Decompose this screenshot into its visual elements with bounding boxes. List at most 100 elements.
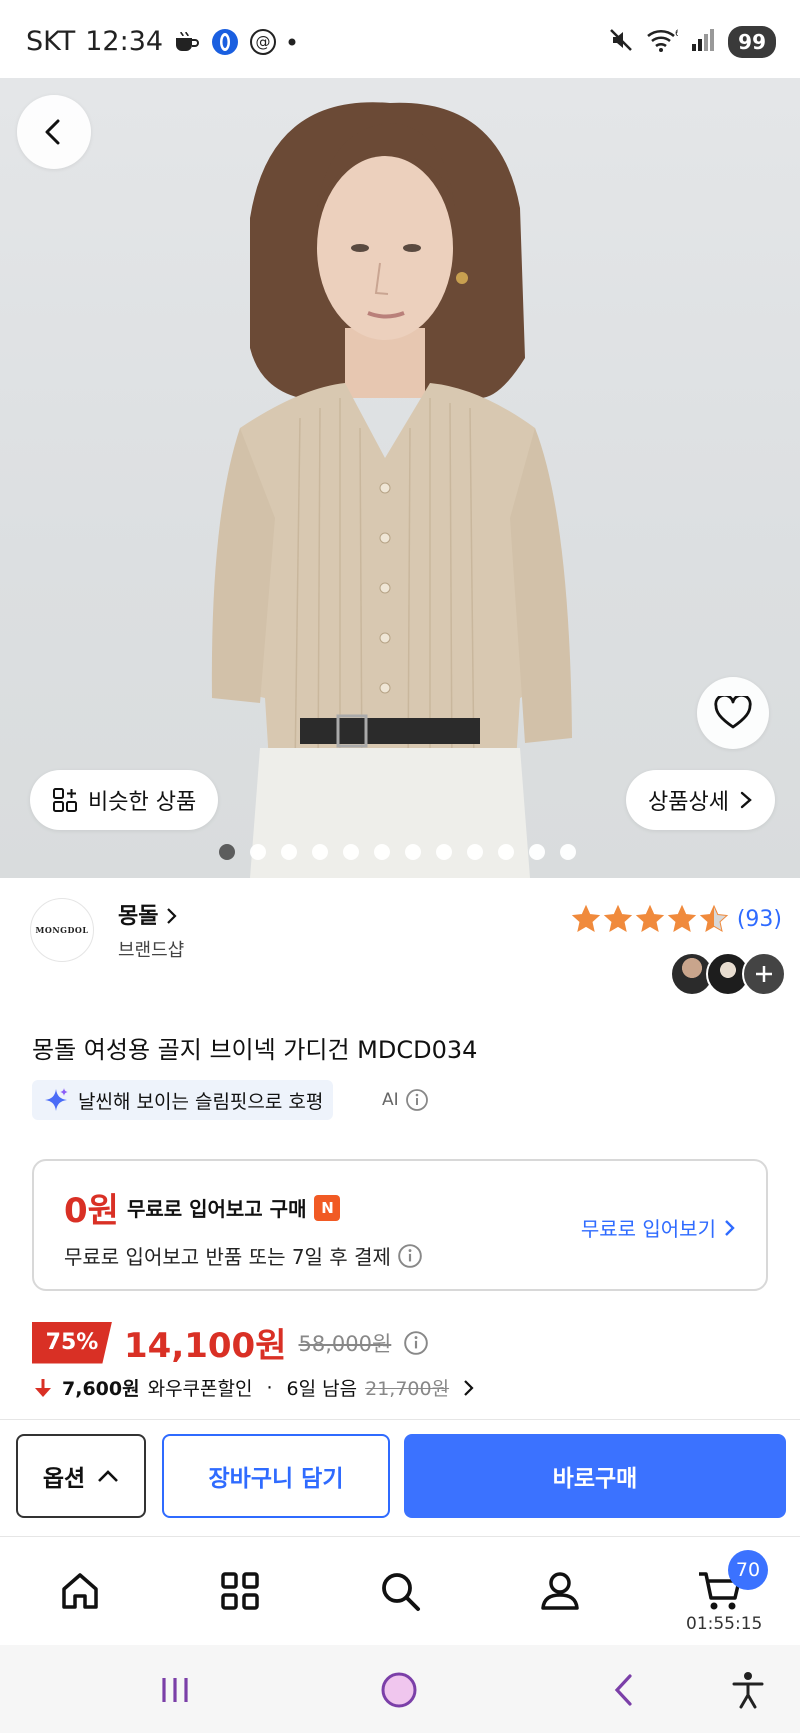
home-circle-icon: [381, 1672, 417, 1708]
product-detail-label: 상품상세: [648, 790, 729, 815]
clock: 12:34: [85, 26, 164, 57]
chevron-left-icon: [45, 119, 60, 145]
battery-indicator: 99: [728, 26, 776, 58]
svg-text:6: 6: [675, 29, 678, 39]
price-row: 75% 14,100원 58,000원: [32, 1318, 429, 1367]
info-icon[interactable]: [403, 1330, 429, 1356]
wifi-icon: 6: [646, 27, 681, 57]
buy-now-button[interactable]: 바로구매: [404, 1434, 786, 1518]
carousel-dot: [498, 844, 514, 860]
ai-summary-text: 날씬해 보이는 슬림핏으로 호평: [78, 1090, 324, 1113]
mute-icon: [608, 27, 634, 57]
cart-count-badge: 70: [728, 1550, 768, 1590]
recent-apps-button[interactable]: [145, 1665, 205, 1715]
coupon-original-price: 21,700원: [365, 1378, 450, 1400]
coffee-icon: [173, 30, 201, 54]
try-headline: 무료로 입어보고 구매: [126, 1197, 307, 1221]
rating-stars: [571, 904, 729, 934]
similar-products-button[interactable]: 비슷한 상품: [30, 770, 219, 830]
recent-apps-icon: [162, 1678, 188, 1702]
add-to-cart-label: 장바구니 담기: [208, 1466, 344, 1492]
days-left: 6일 남음: [286, 1378, 358, 1400]
carousel-dot: [529, 844, 545, 860]
sparkle-icon: [45, 1088, 68, 1111]
brand-shop-label: 브랜드샵: [118, 940, 185, 961]
option-label: 옵션: [42, 1466, 86, 1492]
plus-icon: [756, 966, 772, 982]
star-icon: [635, 904, 664, 933]
wishlist-button[interactable]: [697, 677, 769, 749]
option-button[interactable]: 옵션: [16, 1434, 146, 1518]
carousel-dot: [343, 844, 359, 860]
product-photo: [211, 102, 572, 878]
carousel-dot: [405, 844, 421, 860]
nav-my-account[interactable]: [520, 1561, 600, 1621]
review-count[interactable]: (93): [737, 907, 782, 932]
carrier-label: SKT: [26, 26, 76, 57]
add-to-cart-button[interactable]: 장바구니 담기: [162, 1434, 390, 1518]
carousel-dot: [374, 844, 390, 860]
arrow-down-icon: [35, 1378, 51, 1397]
grid-plus-icon: [53, 788, 77, 812]
original-price: 58,000원: [298, 1331, 392, 1356]
try-subtext: 무료로 입어보고 반품 또는 7일 후 결제: [64, 1245, 391, 1269]
svg-text:@: @: [256, 33, 271, 51]
ai-info[interactable]: AI: [382, 1088, 429, 1112]
try-free-link[interactable]: 무료로 입어보기: [581, 1213, 736, 1242]
signal-icon: [690, 28, 716, 56]
system-back-button[interactable]: [594, 1665, 654, 1715]
coupon-row[interactable]: 7,600원 와우쿠폰할인 · 6일 남음 21,700원: [32, 1374, 475, 1401]
home-icon: [62, 1573, 98, 1609]
status-bar: SKT 12:34 @ 6 99: [0, 0, 800, 88]
carousel-dot: [560, 844, 576, 860]
carousel-indicator: [219, 844, 576, 860]
star-icon: [603, 904, 632, 933]
carousel-dot: [250, 844, 266, 860]
chevron-right-icon: [740, 791, 752, 809]
star-icon: [699, 904, 728, 933]
product-detail-button[interactable]: 상품상세: [626, 770, 775, 830]
app-logo-icon: [211, 28, 239, 56]
carousel-dot: [219, 844, 235, 860]
chevron-right-icon: [167, 908, 177, 924]
info-icon: [405, 1089, 428, 1111]
try-free-link-label: 무료로 입어보기: [580, 1217, 716, 1241]
user-icon: [541, 1572, 579, 1610]
similar-products-label: 비슷한 상품: [88, 790, 197, 815]
product-image-carousel[interactable]: 비슷한 상품 상품상세: [0, 78, 800, 878]
carousel-dot: [312, 844, 328, 860]
at-sign-icon: @: [249, 28, 277, 56]
nav-home[interactable]: [40, 1561, 120, 1621]
carousel-dot: [436, 844, 452, 860]
buy-now-label: 바로구매: [552, 1466, 638, 1492]
home-button[interactable]: [369, 1665, 429, 1715]
rating[interactable]: (93): [571, 904, 782, 934]
new-badge: N: [314, 1194, 341, 1221]
brand-logo-text: MONGDOL: [35, 925, 89, 935]
sale-price: 14,100원: [124, 1326, 287, 1366]
chevron-right-icon: [725, 1219, 735, 1236]
coupon-label: 와우쿠폰할인: [147, 1378, 253, 1400]
grid-icon: [221, 1572, 259, 1610]
ai-summary-tag: 날씬해 보이는 슬림핏으로 호평: [32, 1080, 334, 1120]
nav-search[interactable]: [360, 1561, 440, 1621]
accessibility-button[interactable]: [718, 1665, 778, 1715]
back-arrow-icon: [614, 1674, 632, 1706]
nav-categories[interactable]: [200, 1561, 280, 1621]
review-photo-thumbnails[interactable]: [670, 952, 786, 996]
more-reviews-button[interactable]: [742, 952, 786, 996]
separator-dot: ·: [266, 1376, 273, 1399]
brand-name-link[interactable]: 몽돌: [118, 898, 178, 930]
search-icon: [382, 1573, 420, 1611]
heart-icon: [714, 696, 752, 729]
info-icon[interactable]: [397, 1243, 423, 1269]
brand-name: 몽돌: [118, 904, 159, 929]
coupon-amount: 7,600원: [62, 1378, 140, 1400]
back-button[interactable]: [17, 95, 91, 169]
ai-label: AI: [382, 1090, 399, 1110]
divider: [0, 1419, 800, 1420]
chevron-up-icon: [98, 1470, 119, 1482]
brand-logo[interactable]: MONGDOL: [30, 898, 94, 962]
zero-price: 0원: [64, 1191, 119, 1231]
try-before-buy-card[interactable]: 0원 무료로 입어보고 구매 N 무료로 입어보고 반품 또는 7일 후 결제 …: [32, 1159, 768, 1291]
